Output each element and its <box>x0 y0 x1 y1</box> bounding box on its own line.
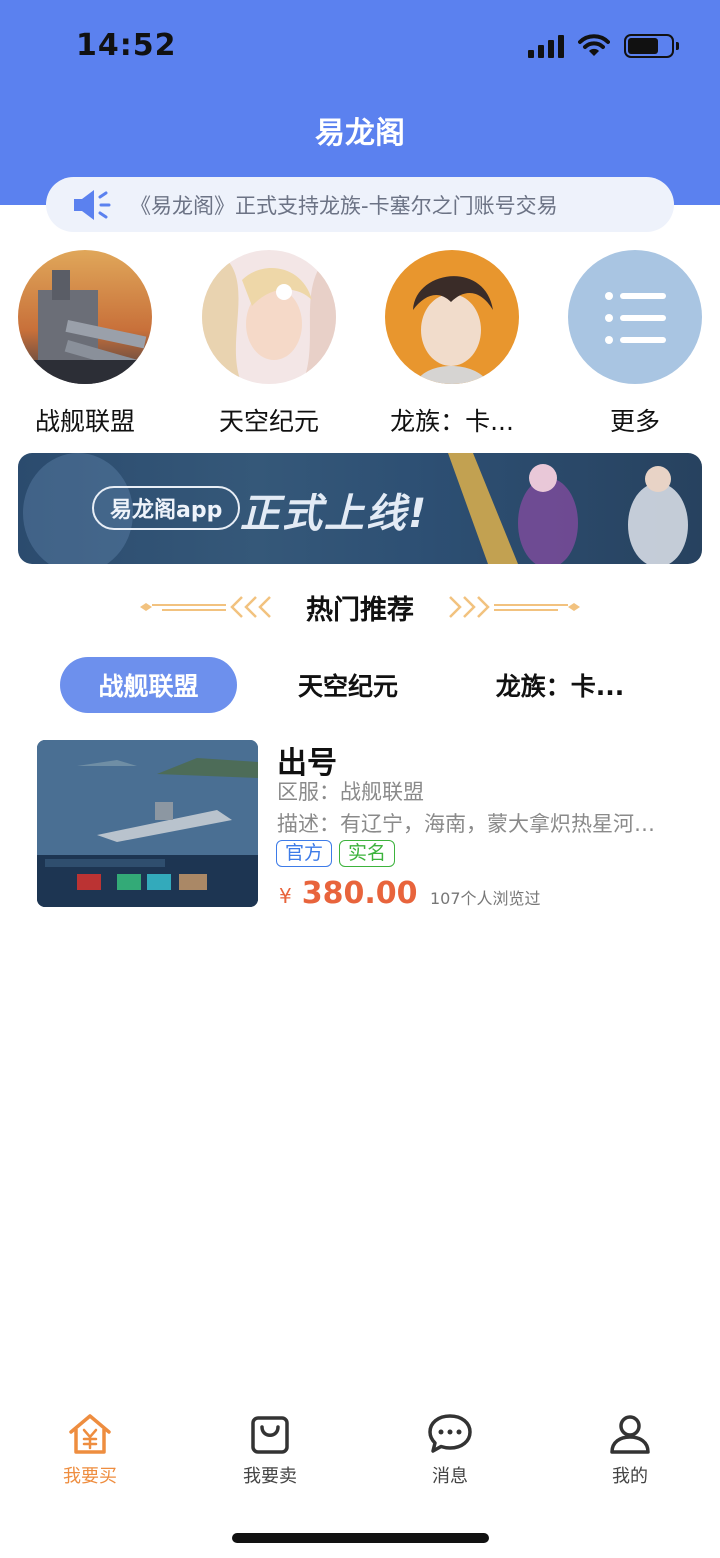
tab-sky-era[interactable]: 天空纪元 <box>270 657 426 713</box>
wifi-icon <box>578 34 610 56</box>
promo-banner[interactable]: 易龙阁app 正式上线! <box>18 453 702 564</box>
price-currency: ¥ <box>279 884 292 908</box>
user-icon <box>610 1415 650 1454</box>
more-circle <box>568 250 702 384</box>
home-indicator[interactable] <box>232 1533 489 1543</box>
tab-battleship[interactable]: 战舰联盟 <box>60 657 237 713</box>
tabbar-label: 消息 <box>432 1466 468 1487</box>
listing-price: ¥ 380.00 <box>279 876 418 911</box>
game-avatar-dragon-clan <box>385 250 519 384</box>
tabbar-label: 我要卖 <box>243 1466 297 1487</box>
header: 14:52 易龙阁 <box>0 0 720 205</box>
tabbar-buy[interactable]: 我要买 <box>30 1412 150 1488</box>
game-shortcut-dragon-clan[interactable]: 龙族：卡... <box>372 250 532 438</box>
left-decoration-icon <box>140 596 271 618</box>
price-amount: 380.00 <box>301 876 418 911</box>
bottom-tab-bar: 我要买 我要卖 消息 我的 <box>0 1412 720 1502</box>
tag-official: 官方 <box>276 840 333 867</box>
right-decoration-icon <box>449 596 580 618</box>
listing-views: 107个人浏览过 <box>430 889 541 908</box>
battery-icon <box>624 34 679 58</box>
tag-verified: 实名 <box>339 840 396 867</box>
listing-server: 区服：战舰联盟 <box>277 780 424 804</box>
status-time: 14:52 <box>76 28 177 63</box>
section-title: 热门推荐 <box>306 594 414 626</box>
game-label: 战舰联盟 <box>34 407 135 436</box>
chat-bubble-icon <box>428 1414 472 1453</box>
cellular-signal-icon <box>528 34 564 58</box>
status-icons <box>528 34 679 58</box>
game-avatar-sky-era <box>202 250 336 384</box>
tabbar-messages[interactable]: 消息 <box>390 1412 510 1488</box>
tabbar-label: 我的 <box>612 1466 648 1487</box>
tab-dragon-clan[interactable]: 龙族：卡... <box>470 657 650 713</box>
listing-tags: 官方 实名 <box>276 840 396 867</box>
tabbar-profile[interactable]: 我的 <box>570 1412 690 1488</box>
game-shortcuts: 战舰联盟 天空纪元 龙族：卡... 更多 <box>0 250 720 440</box>
tabbar-label: 我要买 <box>63 1466 117 1487</box>
tabbar-sell[interactable]: 我要卖 <box>210 1412 330 1488</box>
listing-thumbnail <box>37 740 258 907</box>
game-shortcut-battleship[interactable]: 战舰联盟 <box>5 250 165 438</box>
game-shortcut-sky-era[interactable]: 天空纪元 <box>189 250 349 438</box>
game-avatar-battleship <box>18 250 152 384</box>
page-title: 易龙阁 <box>315 116 405 151</box>
listing-description: 描述：有辽宁，海南，蒙大拿炽热星河… <box>277 812 655 836</box>
notice-bar[interactable]: 《易龙阁》正式支持龙族-卡塞尔之门账号交易 <box>46 177 674 232</box>
notice-text: 《易龙阁》正式支持龙族-卡塞尔之门账号交易 <box>130 193 558 218</box>
game-label: 更多 <box>609 407 660 436</box>
shopping-bag-icon <box>251 1416 289 1454</box>
speaker-icon <box>74 189 111 220</box>
banner-app-pill: 易龙阁app <box>92 486 241 530</box>
home-yen-icon <box>69 1414 111 1454</box>
list-icon <box>605 292 666 344</box>
game-label: 龙族：卡... <box>390 407 514 436</box>
listing-card[interactable]: 出号 区服：战舰联盟 描述：有辽宁，海南，蒙大拿炽热星河… 官方 实名 ¥ 38… <box>37 740 697 911</box>
category-tabs: 战舰联盟 天空纪元 龙族：卡... <box>0 657 720 713</box>
section-header: 热门推荐 <box>0 585 720 629</box>
game-shortcut-more[interactable]: 更多 <box>555 250 715 438</box>
game-label: 天空纪元 <box>218 407 319 436</box>
banner-headline: 正式上线! <box>240 491 429 537</box>
